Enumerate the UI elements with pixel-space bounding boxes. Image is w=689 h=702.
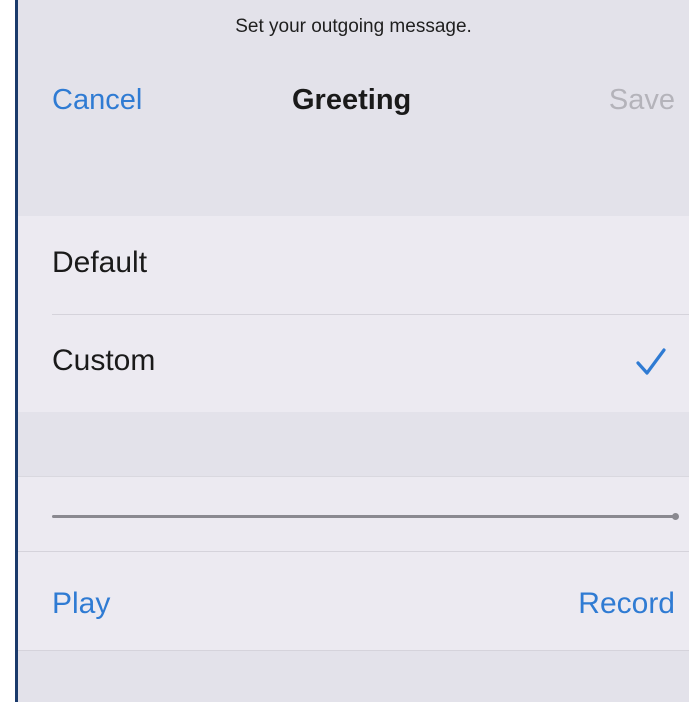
record-button[interactable]: Record (578, 587, 675, 621)
option-custom-label: Custom (52, 344, 156, 377)
page-title: Greeting (292, 84, 412, 116)
slider-track (52, 515, 676, 518)
greeting-screen: Set your outgoing message. Cancel Greeti… (18, 0, 689, 702)
save-button[interactable]: Save (609, 84, 675, 117)
option-default[interactable]: Default (18, 216, 689, 314)
playback-section: Play Record (18, 476, 689, 651)
option-custom[interactable]: Custom (18, 314, 689, 412)
instruction-text: Set your outgoing message. (235, 16, 472, 37)
greeting-options-list: Default Custom (18, 216, 689, 412)
section-divider (18, 551, 689, 552)
option-default-label: Default (52, 246, 148, 279)
slider-thumb[interactable] (672, 513, 679, 520)
bottom-divider (18, 650, 689, 651)
playback-slider[interactable] (52, 513, 679, 521)
navigation-bar: Cancel Greeting Save (18, 78, 689, 128)
play-button[interactable]: Play (52, 587, 110, 621)
cancel-button[interactable]: Cancel (52, 84, 142, 117)
checkmark-icon (636, 348, 666, 375)
